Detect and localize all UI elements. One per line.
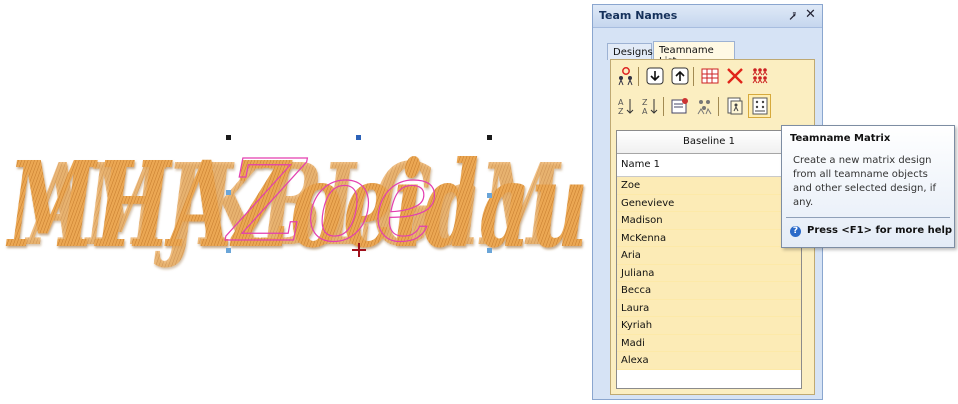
tooltip-title: Teamname Matrix	[790, 133, 891, 144]
list-item[interactable]: Madi	[617, 334, 801, 352]
list-item[interactable]: Alexa	[617, 352, 801, 370]
team-icon[interactable]	[693, 94, 716, 118]
list-item[interactable]: Zoe	[617, 177, 801, 195]
panel-title: Team Names	[599, 9, 678, 22]
baseline-column-header[interactable]: Baseline 1	[617, 131, 801, 154]
teamname-matrix-button[interactable]	[748, 94, 771, 118]
numbers-icon[interactable]	[698, 64, 721, 88]
tooltip-help-text: Press <F1> for more help	[807, 225, 953, 236]
toolbar-row-1	[614, 64, 804, 90]
embroidery-design[interactable]: MHAZoeidau AMJKBLGaM Zoe	[0, 0, 592, 404]
name-column-header[interactable]: Name 1	[617, 154, 801, 177]
selected-name-outline: Zoe	[224, 136, 440, 267]
teamname-list[interactable]: Baseline 1 Name 1 Zoe Genevieve Madison …	[616, 130, 802, 389]
tooltip-body: Create a new matrix design from all team…	[793, 155, 937, 208]
close-icon[interactable]: ✕	[805, 7, 816, 22]
delete-icon[interactable]	[723, 64, 746, 88]
svg-text:A: A	[618, 98, 624, 107]
single-design-icon[interactable]	[723, 94, 746, 118]
toolbar-row-2: AZ ZA	[614, 94, 804, 120]
panel-title-bar[interactable]: Team Names ⭷ ✕	[593, 5, 822, 28]
pin-icon[interactable]: ⭷	[789, 8, 796, 29]
multi-people-icon[interactable]	[748, 64, 771, 88]
teamname-matrix-tooltip: Teamname Matrix Create a new matrix desi…	[781, 125, 955, 248]
list-item[interactable]: Becca	[617, 282, 801, 300]
list-item[interactable]: Madison	[617, 212, 801, 230]
add-name-icon[interactable]	[614, 64, 637, 88]
list-item[interactable]: Laura	[617, 299, 801, 317]
move-down-icon[interactable]	[643, 64, 666, 88]
tooltip-divider	[786, 217, 950, 218]
sort-az-icon[interactable]: AZ	[614, 94, 637, 118]
properties-icon[interactable]	[668, 94, 691, 118]
sort-za-icon[interactable]: ZA	[638, 94, 661, 118]
svg-text:Zoe: Zoe	[225, 137, 440, 267]
help-icon: ?	[790, 226, 801, 237]
svg-text:A: A	[642, 107, 648, 116]
list-item[interactable]: Juliana	[617, 264, 801, 282]
design-canvas[interactable]: MHAZoeidau AMJKBLGaM Zoe	[0, 0, 592, 404]
list-item[interactable]: McKenna	[617, 229, 801, 247]
tab-designs[interactable]: Designs	[607, 43, 653, 60]
move-up-icon[interactable]	[668, 64, 691, 88]
list-item[interactable]: Kyriah	[617, 317, 801, 335]
list-item[interactable]: Aria	[617, 247, 801, 265]
list-item[interactable]: Genevieve	[617, 194, 801, 212]
svg-text:Z: Z	[618, 107, 624, 116]
tab-teamname-list[interactable]: Teamname List	[653, 41, 735, 67]
matrix-design-icon	[752, 97, 767, 115]
svg-text:Z: Z	[642, 98, 648, 107]
